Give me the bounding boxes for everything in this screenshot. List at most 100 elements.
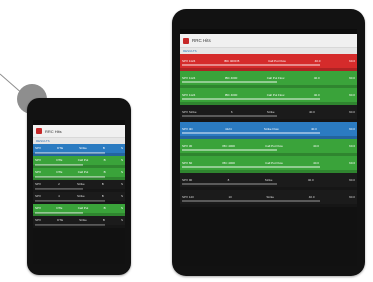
list-item[interactable]: SPX DTE Call Put B S bbox=[33, 156, 125, 168]
list-item-cells: SPX 120 10 Strike 40.0 60.0 bbox=[182, 195, 355, 199]
list-item-cell: 40.0 bbox=[311, 126, 317, 131]
list-item-cell: B bbox=[101, 194, 104, 199]
list-item-subline bbox=[182, 115, 278, 118]
list-item[interactable]: SPX DTE Call Put B S bbox=[33, 204, 125, 216]
list-item-cells: SPX DTE Call Put B S bbox=[35, 206, 123, 210]
list-item-subline bbox=[182, 132, 321, 135]
list-item-cell: Strike Flow bbox=[263, 126, 279, 131]
list-item[interactable]: SPX 120 10 Strike 40.0 60.0 bbox=[180, 190, 357, 207]
list-item-cells: SPX 60 IBC 4000 Call Put Flow 40.0 60.0 bbox=[182, 161, 355, 165]
list-item[interactable]: SPX 1124 IBC 4000 Call Put Flow 40.0 60.0 bbox=[180, 88, 357, 105]
list-item-cell: Call Put Flow bbox=[266, 75, 285, 80]
list-item-cell: Call Put bbox=[77, 170, 89, 175]
list-item[interactable]: SPX 4D 4124 Strike Flow 40.0 60.0 bbox=[180, 122, 357, 139]
list-item-cell: SPX 120 bbox=[182, 194, 194, 199]
tablet-screen: RRC Hits RESULTS SPX 1124 IBC 4000 B Call … bbox=[180, 29, 357, 266]
list-item-cell: 8 bbox=[227, 177, 230, 182]
app-bar: RRC Hits bbox=[33, 125, 125, 138]
list-item-cell: Strike bbox=[76, 194, 85, 199]
list-item-cell: DTE bbox=[56, 206, 63, 211]
list-item-cell: Strike bbox=[266, 194, 275, 199]
list-item-cell: 40.0 bbox=[313, 143, 319, 148]
phone-screen: RRC Hits RESULTS SPX DTE Strike B S SPX DTE Cal… bbox=[33, 120, 125, 264]
list-item-cell: SPX 1124 bbox=[182, 58, 196, 63]
app-logo-icon bbox=[36, 128, 42, 134]
list-item-cell: 4124 bbox=[224, 126, 232, 131]
app-title: RRC Hits bbox=[192, 38, 211, 43]
list-item-cell: S bbox=[120, 182, 123, 187]
list-item-cell: IBC 4000 B bbox=[224, 58, 240, 63]
list-item-subline bbox=[182, 98, 321, 101]
list-item-cell: IBC 4000 bbox=[224, 75, 238, 80]
list-item-cell: 60.0 bbox=[349, 92, 355, 97]
list-item-cell: S bbox=[120, 218, 123, 223]
list-item-subline bbox=[182, 200, 321, 203]
list-item-cell: Strike bbox=[266, 109, 275, 114]
list-item-cell: SPX bbox=[35, 206, 42, 211]
list-item-cell: SPX Strike bbox=[182, 109, 197, 114]
list-item-cell: SPX 1124 bbox=[182, 75, 196, 80]
list-item[interactable]: SPX DTE Call Put B S bbox=[33, 168, 125, 180]
list-item-cell: B bbox=[103, 206, 106, 211]
list-item-cell: 4 bbox=[58, 194, 60, 199]
list-item[interactable]: SPX 1124 IBC 4000 B Call Put Flow 40.0 60.0 bbox=[180, 54, 357, 71]
list-item-cell: 2 bbox=[58, 182, 60, 187]
list-item-cell: 40.0 bbox=[313, 92, 320, 97]
list-item-cell: 60.0 bbox=[349, 143, 355, 148]
list-item-subline bbox=[182, 81, 278, 84]
phone-device: RRC Hits RESULTS SPX DTE Strike B S SPX DTE Cal… bbox=[27, 98, 131, 275]
tablet-device: RRC Hits RESULTS SPX 1124 IBC 4000 B Call … bbox=[172, 9, 365, 276]
list-item[interactable]: SPX DTE Strike B S bbox=[33, 144, 125, 156]
list-item-cell: SPX bbox=[35, 158, 42, 163]
list-item-divider bbox=[180, 204, 357, 207]
list-item-cell: 40.0 bbox=[313, 75, 320, 80]
status-bar bbox=[180, 29, 357, 34]
list-item[interactable]: SPX 1124 IBC 4000 Call Put Flow 40.0 60.0 bbox=[180, 71, 357, 88]
list-item-cell: Call Put Flow bbox=[268, 58, 286, 63]
list-item-cell: S bbox=[120, 206, 123, 211]
list-item-cell: Call Put Flow bbox=[265, 160, 283, 165]
list-item-cell: 60.0 bbox=[349, 194, 355, 199]
results-list: SPX 1124 IBC 4000 B Call Put Flow 40.0 60.0 S… bbox=[180, 54, 357, 207]
list-item-cell: S bbox=[120, 170, 123, 175]
list-item[interactable]: SPX 2 Strike B S bbox=[33, 180, 125, 192]
list-item-cell: SPX bbox=[35, 146, 42, 151]
list-item-cells: SPX 2 Strike B S bbox=[35, 182, 123, 186]
list-item-cell: SPX 60 bbox=[182, 160, 193, 165]
list-item-cell: Strike bbox=[264, 177, 273, 182]
list-item-cells: SPX 4D 4124 Strike Flow 40.0 60.0 bbox=[182, 127, 355, 131]
results-tab-label: RESULTS bbox=[183, 49, 197, 53]
list-item-cell: 40.0 bbox=[307, 177, 314, 182]
list-item-cell: Strike bbox=[79, 218, 87, 223]
results-list: SPX DTE Strike B S SPX DTE Call Put B S SPX DTE Call… bbox=[33, 144, 125, 228]
list-item[interactable]: SPX Strike 6 Strike 40.0 60.0 bbox=[180, 105, 357, 122]
list-item-cell: 40.0 bbox=[314, 58, 321, 63]
list-item-cells: SPX 30 IBC 4000 Call Put Flow 40.0 60.0 bbox=[182, 144, 355, 148]
list-item-cell: B bbox=[103, 170, 106, 175]
list-item-cells: SPX 4 Strike B S bbox=[35, 194, 123, 198]
list-item-subline bbox=[182, 183, 278, 186]
list-item[interactable]: SPX DTE Strike B S bbox=[33, 216, 125, 228]
list-item-cell: IBC 4000 bbox=[222, 143, 235, 148]
list-item-cell: DTE bbox=[57, 218, 64, 223]
list-item-cell: SPX 90 bbox=[182, 177, 193, 182]
list-item-subline bbox=[182, 166, 321, 169]
list-item-cells: SPX 90 8 Strike 40.0 60.0 bbox=[182, 178, 355, 182]
list-item[interactable]: SPX 30 IBC 4000 Call Put Flow 40.0 60.0 bbox=[180, 139, 357, 156]
list-item-cell: SPX bbox=[35, 194, 42, 199]
list-item-cell: S bbox=[120, 158, 123, 163]
list-item-cell: Call Put Flow bbox=[265, 143, 283, 148]
list-item[interactable]: SPX 90 8 Strike 40.0 60.0 bbox=[180, 173, 357, 190]
list-item-subline bbox=[182, 149, 278, 152]
list-item-cell: 10 bbox=[228, 194, 232, 199]
list-item-cells: SPX DTE Strike B S bbox=[35, 146, 123, 150]
list-item-cell: B bbox=[103, 158, 106, 163]
list-item-cell: SPX bbox=[35, 218, 42, 223]
list-item[interactable]: SPX 4 Strike B S bbox=[33, 192, 125, 204]
list-item-cell: B bbox=[101, 182, 104, 187]
list-item-cells: SPX DTE Strike B S bbox=[35, 218, 123, 222]
list-item-cell: 40.0 bbox=[313, 160, 319, 165]
list-item-cell: IBC 4000 bbox=[222, 160, 235, 165]
list-item-cells: SPX Strike 6 Strike 40.0 60.0 bbox=[182, 110, 355, 114]
list-item[interactable]: SPX 60 IBC 4000 Call Put Flow 40.0 60.0 bbox=[180, 156, 357, 173]
